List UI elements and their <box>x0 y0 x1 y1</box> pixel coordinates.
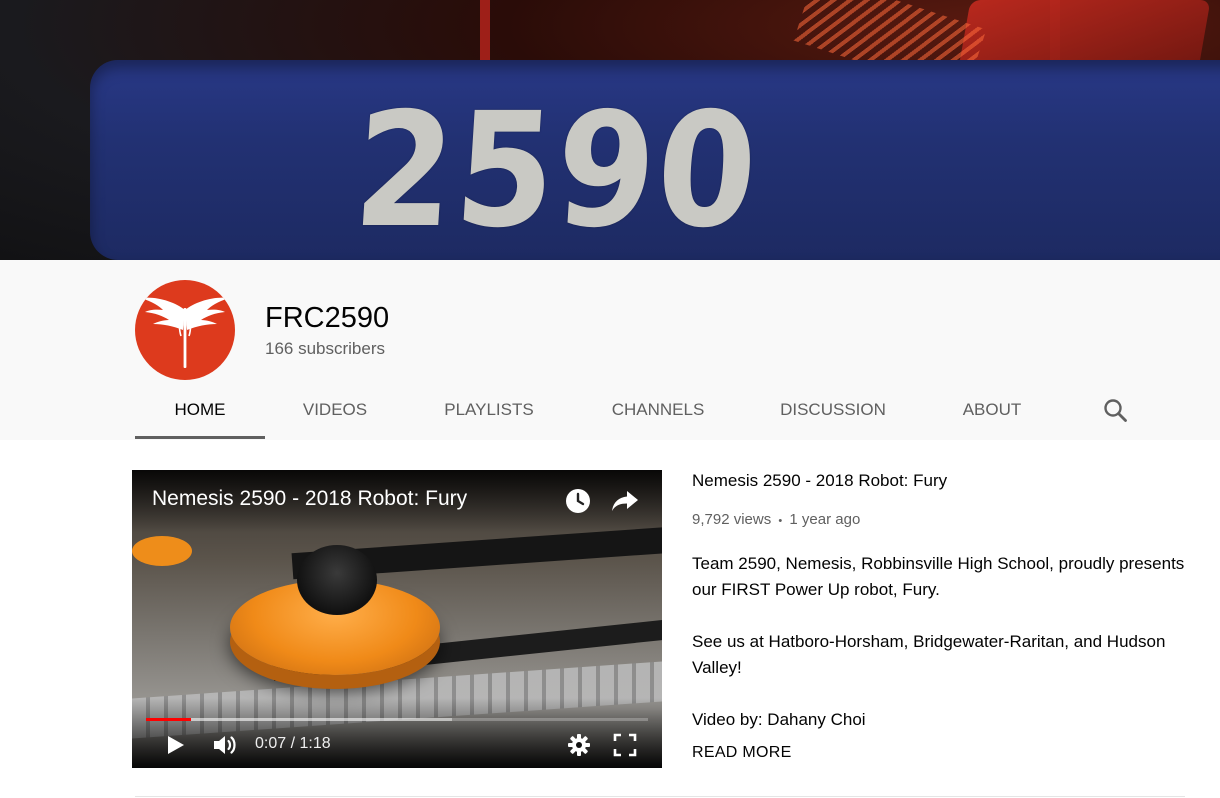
channel-banner: 2590 <box>0 0 1220 260</box>
channel-header: FRC2590 166 subscribers HOME VIDEOS PLAY… <box>0 260 1220 440</box>
player-video-title[interactable]: Nemesis 2590 - 2018 Robot: Fury <box>152 486 467 512</box>
description-paragraph: See us at Hatboro-Horsham, Bridgewater-R… <box>692 632 1166 677</box>
play-button[interactable] <box>166 734 186 761</box>
fullscreen-icon <box>613 733 637 757</box>
channel-avatar[interactable] <box>135 280 235 380</box>
tab-videos[interactable]: VIDEOS <box>285 382 385 437</box>
settings-icon <box>568 734 590 756</box>
progress-bar[interactable] <box>146 718 648 721</box>
watch-later-button[interactable] <box>564 487 592 520</box>
meta-separator: • <box>778 515 783 527</box>
featured-video-player[interactable]: Nemesis 2590 - 2018 Robot: Fury 0:07 / 1… <box>132 470 662 768</box>
share-icon <box>612 491 638 511</box>
time-display: 0:07 / 1:18 <box>255 735 331 752</box>
watch-later-icon <box>566 489 590 513</box>
description-credit: Video by: Dahany Choi <box>692 710 866 729</box>
description-paragraph: Team 2590, Nemesis, Robbinsville High Sc… <box>692 554 1185 599</box>
progress-loaded <box>146 718 453 721</box>
winged-logo-icon <box>141 297 229 368</box>
volume-icon <box>214 736 236 754</box>
play-icon <box>168 736 184 754</box>
featured-video-title[interactable]: Nemesis 2590 - 2018 Robot: Fury <box>692 470 947 492</box>
channel-search-button[interactable] <box>1100 395 1132 427</box>
view-count: 9,792 views <box>692 511 772 528</box>
read-more-button[interactable]: READ MORE <box>692 742 792 764</box>
mute-button[interactable] <box>212 732 240 763</box>
tab-about[interactable]: ABOUT <box>943 382 1041 437</box>
progress-played <box>146 718 192 721</box>
tab-discussion[interactable]: DISCUSSION <box>763 382 903 437</box>
section-divider <box>135 796 1185 797</box>
tab-channels[interactable]: CHANNELS <box>593 382 723 437</box>
tab-home[interactable]: HOME <box>135 382 265 439</box>
frame-hub <box>297 545 377 615</box>
settings-button[interactable] <box>567 733 591 762</box>
share-button[interactable] <box>610 488 640 519</box>
upload-age: 1 year ago <box>789 511 861 528</box>
fullscreen-button[interactable] <box>613 733 637 762</box>
channel-name: FRC2590 <box>265 302 390 334</box>
banner-bumper-number: 2590 <box>349 79 764 260</box>
video-metadata: 9,792 views • 1 year ago <box>692 510 860 531</box>
frame-wheel-left <box>132 536 192 566</box>
tab-playlists[interactable]: PLAYLISTS <box>425 382 553 437</box>
subscriber-count: 166 subscribers <box>265 339 386 358</box>
channel-tabs: HOME VIDEOS PLAYLISTS CHANNELS DISCUSSIO… <box>135 382 1145 440</box>
search-icon <box>1104 399 1127 422</box>
